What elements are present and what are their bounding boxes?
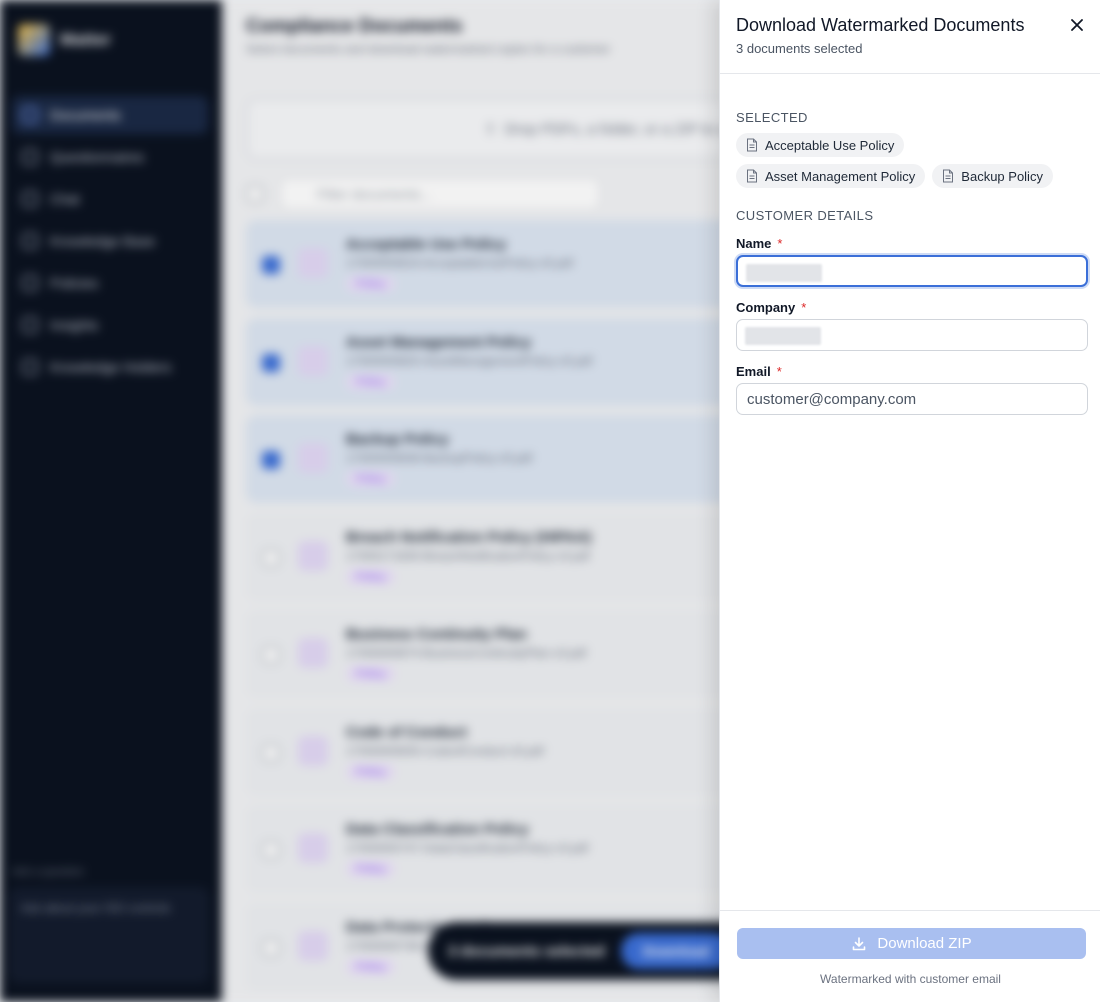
- customer-details-label: CUSTOMER DETAILS: [736, 208, 874, 223]
- close-icon: [1071, 19, 1083, 31]
- drawer-footer: Download ZIP Watermarked with customer e…: [720, 910, 1100, 1002]
- company-field[interactable]: [736, 319, 1088, 351]
- document-icon: [747, 138, 757, 152]
- drawer-subtitle: 3 documents selected: [736, 41, 863, 56]
- email-label: Email *: [736, 364, 782, 379]
- close-button[interactable]: [1066, 14, 1088, 36]
- drawer-title: Download Watermarked Documents: [736, 15, 1025, 35]
- name-label: Name *: [736, 236, 782, 251]
- download-drawer: Download Watermarked Documents 3 documen…: [719, 0, 1100, 1002]
- watermark-note: Watermarked with customer email: [820, 972, 1001, 986]
- chip-label: Acceptable Use Policy: [765, 137, 895, 153]
- selected-section-label: SELECTED: [736, 110, 808, 125]
- company-label: Company *: [736, 300, 806, 315]
- download-zip-label: Download ZIP: [877, 935, 972, 952]
- company-label-text: Company: [736, 300, 796, 315]
- drawer-header: Download Watermarked Documents 3 documen…: [720, 0, 1100, 74]
- required-mark: *: [801, 300, 807, 315]
- document-icon: [943, 169, 954, 183]
- company-redaction: [745, 327, 821, 345]
- name-redaction: [746, 264, 822, 282]
- selected-documents: Acceptable Use Policy Asset Management Po…: [736, 133, 1092, 188]
- email-input[interactable]: [737, 384, 1087, 414]
- selected-document-chip: Acceptable Use Policy: [736, 133, 905, 157]
- selected-document-chip: Backup Policy: [932, 164, 1053, 188]
- document-icon: [747, 169, 757, 183]
- name-field[interactable]: [736, 255, 1088, 287]
- chip-label: Asset Management Policy: [765, 168, 916, 184]
- required-mark: *: [777, 236, 783, 251]
- download-zip-button[interactable]: Download ZIP: [737, 928, 1086, 959]
- download-icon: [853, 936, 866, 950]
- name-label-text: Name: [736, 236, 772, 251]
- selected-document-chip: Asset Management Policy: [736, 164, 926, 188]
- email-field[interactable]: [736, 383, 1088, 415]
- email-label-text: Email: [736, 364, 771, 379]
- required-mark: *: [776, 364, 782, 379]
- chip-label: Backup Policy: [961, 168, 1043, 184]
